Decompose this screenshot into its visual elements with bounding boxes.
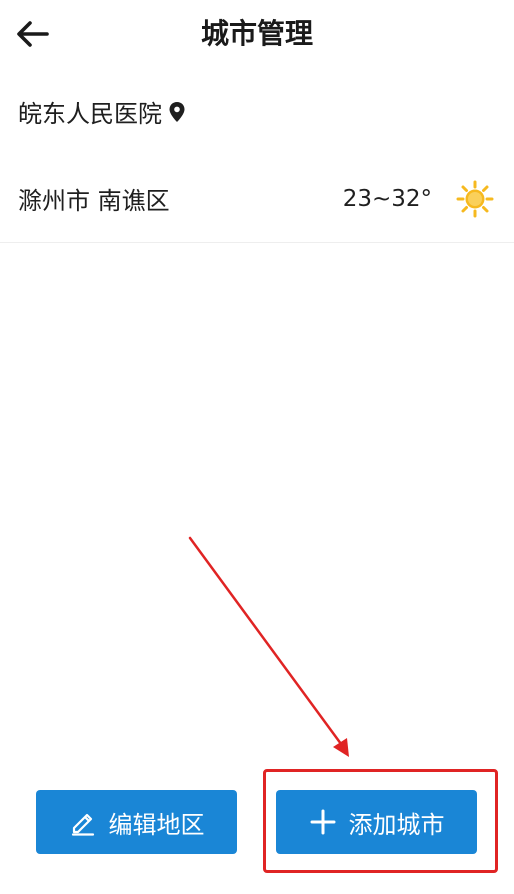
edit-region-button[interactable]: 编辑地区 [36,790,237,854]
location-pin-icon [168,101,186,123]
add-city-button[interactable]: 添加城市 [276,790,477,854]
city-list-item[interactable]: 滁州市 南谯区 23~32° [0,155,514,243]
city-name: 滁州市 南谯区 [18,187,170,215]
city-management-page: 城市管理 皖东人民医院 滁州市 南谯区 23~32° 编辑地区 添加城市 [0,0,514,894]
page-title: 城市管理 [200,17,313,50]
city-list-item[interactable]: 皖东人民医院 [0,68,514,156]
add-city-label: 添加城市 [348,810,445,839]
city-name: 皖东人民医院 [18,100,162,128]
header: 城市管理 [0,0,514,69]
edit-region-label: 编辑地区 [108,810,205,839]
temperature-range: 23~32° [342,185,432,212]
sun-icon [456,180,494,218]
plus-icon [309,808,337,836]
pencil-icon [69,808,97,836]
